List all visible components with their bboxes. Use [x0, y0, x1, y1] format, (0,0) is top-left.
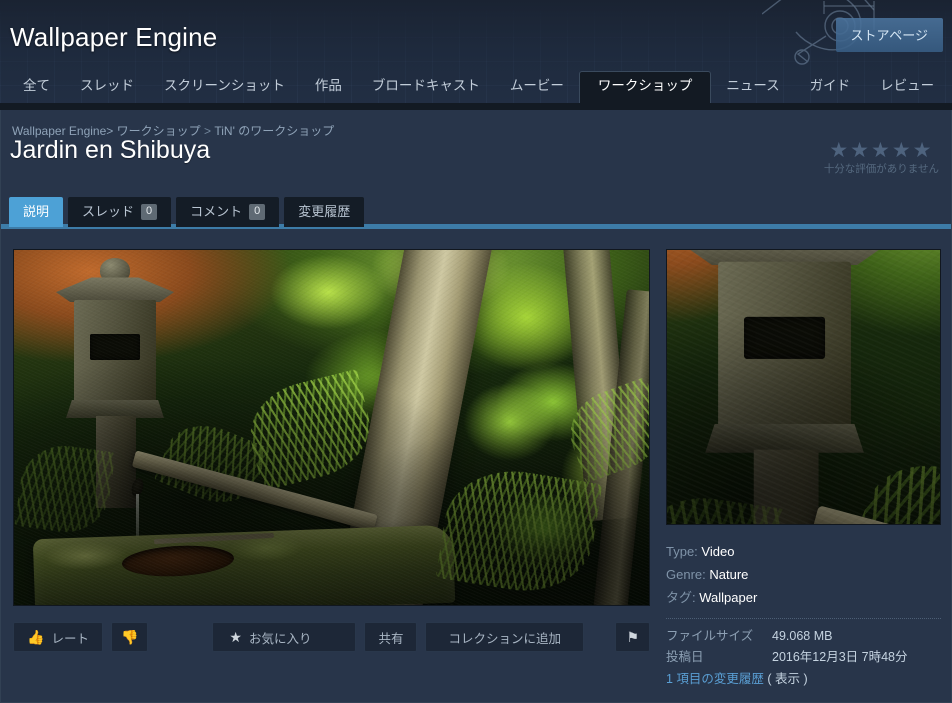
detail-type-key: Type: — [666, 544, 698, 559]
tab-comments-label: コメント — [190, 204, 243, 219]
tab-comments-badge: 0 — [249, 203, 266, 220]
nav-item-threads[interactable]: スレッド — [65, 72, 149, 102]
favorite-button[interactable]: ★ お気に入り — [212, 622, 357, 652]
thumbs-up-icon: 👍 — [27, 629, 45, 645]
item-details: Type: Video Genre: Nature タグ: Wallpaper … — [666, 540, 941, 690]
primary-nav-list: 全て スレッド スクリーンショット 作品 ブロードキャスト ムービー ワークショ… — [0, 71, 952, 103]
star-rating[interactable]: ★★★★★ — [824, 140, 939, 162]
detail-row-tag: タグ: Wallpaper — [666, 586, 941, 609]
nav-item-all[interactable]: 全て — [8, 72, 65, 102]
changelog-link-paren: ( 表示 ) — [767, 672, 808, 686]
posted-value: 2016年12月3日 7時48分 — [772, 650, 908, 664]
nav-item-workshop[interactable]: ワークショップ — [578, 71, 712, 103]
favorite-label: お気に入り — [248, 631, 312, 646]
stat-row-posted: 投稿日 2016年12月3日 7時48分 — [666, 647, 941, 668]
sidebar: Type: Video Genre: Nature タグ: Wallpaper … — [666, 249, 941, 690]
star-icon-3[interactable]: ★ — [871, 139, 892, 162]
hero-preview-image[interactable] — [13, 249, 650, 606]
site-header: Wallpaper Engine ストアページ 全て スレッド スクリーンショッ… — [0, 0, 952, 110]
flag-icon: ⚑ — [626, 629, 639, 645]
nav-underline — [0, 103, 952, 110]
nav-item-screenshots[interactable]: スクリーンショット — [149, 72, 300, 102]
breadcrumb-item-author[interactable]: TiN' のワークショップ — [214, 124, 334, 138]
tab-description-label: 説明 — [23, 204, 50, 219]
detail-tag-key: タグ: — [666, 590, 696, 605]
nav-item-broadcasts[interactable]: ブロードキャスト — [357, 72, 495, 102]
primary-nav: 全て スレッド スクリーンショット 作品 ブロードキャスト ムービー ワークショ… — [0, 71, 952, 110]
star-icon-2[interactable]: ★ — [850, 139, 871, 162]
store-page-button[interactable]: ストアページ — [835, 18, 943, 52]
rate-up-label: レート — [51, 631, 89, 646]
thumbnail-preview[interactable] — [666, 249, 941, 525]
star-icon-5[interactable]: ★ — [913, 139, 934, 162]
filesize-key: ファイルサイズ — [666, 629, 754, 643]
thumbs-down-icon: 👎 — [120, 629, 139, 645]
rate-up-button[interactable]: 👍 レート — [13, 622, 103, 652]
stat-row-filesize: ファイルサイズ 49.068 MB — [666, 626, 941, 647]
tab-comments[interactable]: コメント 0 — [176, 197, 280, 227]
main-column — [13, 249, 650, 606]
tab-threads-label: スレッド — [82, 204, 135, 219]
tab-threads[interactable]: スレッド 0 — [68, 197, 172, 227]
detail-row-type: Type: Video — [666, 540, 941, 563]
rate-down-button[interactable]: 👎 — [110, 622, 149, 652]
page-title: Wallpaper Engine — [10, 22, 218, 52]
report-button[interactable]: ⚑ — [615, 622, 650, 652]
detail-genre-value[interactable]: Nature — [709, 567, 748, 582]
action-bar: 👍 レート 👎 ★ お気に入り 共有 コレクションに追加 ⚑ — [13, 620, 650, 654]
tab-description[interactable]: 説明 — [9, 197, 64, 227]
tab-threads-badge: 0 — [141, 203, 158, 220]
workshop-item-page: Wallpaper Engine ストアページ 全て スレッド スクリーンショッ… — [0, 0, 952, 703]
star-icon-1[interactable]: ★ — [829, 139, 850, 162]
filesize-value: 49.068 MB — [772, 629, 833, 643]
rating-block: ★★★★★ 十分な評価がありません — [824, 140, 939, 176]
garden-photo-thumbnail — [667, 250, 940, 524]
nav-item-artwork[interactable]: 作品 — [300, 72, 357, 102]
page-body: Wallpaper Engine> ワークショップ > TiN' のワークショッ… — [0, 110, 952, 703]
garden-photo — [14, 250, 649, 605]
tab-changelog-label: 変更履歴 — [298, 204, 351, 219]
nav-item-reviews[interactable]: レビュー — [865, 72, 949, 102]
detail-genre-key: Genre: — [666, 567, 706, 582]
add-to-collection-button[interactable]: コレクションに追加 — [425, 622, 584, 652]
rating-note: 十分な評価がありません — [823, 163, 939, 175]
star-icon-4[interactable]: ★ — [892, 139, 913, 162]
changelog-link-text: 1 項目の変更履歴 — [666, 672, 764, 686]
tab-changelog[interactable]: 変更履歴 — [284, 197, 365, 227]
changelog-link[interactable]: 1 項目の変更履歴 ( 表示 ) — [666, 668, 941, 690]
nav-item-news[interactable]: ニュース — [711, 72, 794, 102]
nav-item-movies[interactable]: ムービー — [495, 72, 579, 102]
star-icon: ★ — [229, 629, 242, 645]
detail-type-value[interactable]: Video — [701, 544, 734, 559]
item-tabs: 説明 スレッド 0 コメント 0 変更履歴 — [1, 193, 951, 227]
nav-item-guides[interactable]: ガイド — [795, 72, 866, 102]
detail-tag-value[interactable]: Wallpaper — [699, 590, 757, 605]
share-button[interactable]: 共有 — [364, 622, 418, 652]
detail-row-genre: Genre: Nature — [666, 563, 941, 586]
posted-key: 投稿日 — [666, 650, 704, 664]
item-title: Jardin en Shibuya — [10, 136, 211, 164]
content-area: 👍 レート 👎 ★ お気に入り 共有 コレクションに追加 ⚑ Type: Vid… — [1, 229, 951, 702]
divider — [666, 618, 941, 619]
